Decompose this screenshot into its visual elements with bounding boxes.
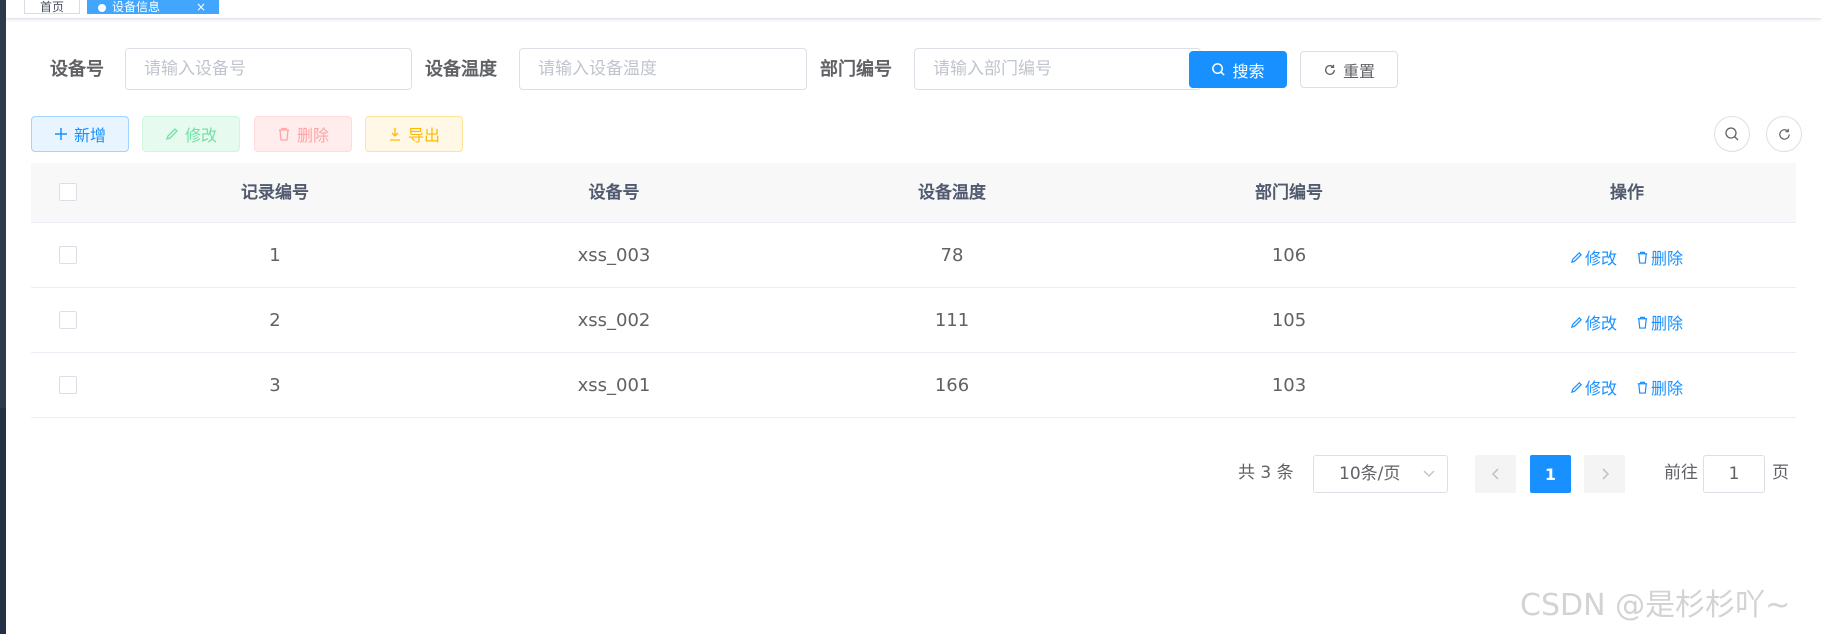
row-edit-link[interactable]: 修改 xyxy=(1570,245,1617,269)
trash-icon xyxy=(1637,251,1648,264)
pagination-total: 共 3 条 xyxy=(1238,463,1294,483)
cell-device-no: xss_002 xyxy=(577,310,651,331)
tag-device-info[interactable]: 设备信息 × xyxy=(87,0,219,14)
refresh-icon xyxy=(1778,128,1790,140)
row-edit-label: 修改 xyxy=(1585,379,1618,398)
watermark: CSDN @是杉杉吖~ xyxy=(1520,588,1791,623)
goto-page-input[interactable] xyxy=(1703,455,1765,493)
cell-record-id: 2 xyxy=(269,310,281,331)
row-checkbox[interactable] xyxy=(59,376,77,394)
goto-prefix: 前往 xyxy=(1664,463,1698,483)
edit-icon xyxy=(1570,316,1582,328)
export-button-label: 导出 xyxy=(407,126,440,145)
row-delete-label: 删除 xyxy=(1651,249,1684,268)
download-icon xyxy=(389,128,400,141)
search-button[interactable]: 搜索 xyxy=(1189,51,1287,88)
tag-label: 设备信息 xyxy=(112,0,161,14)
search-button-label: 搜索 xyxy=(1232,61,1265,81)
edit-icon xyxy=(1570,381,1582,393)
active-dot-icon xyxy=(98,3,106,12)
trash-icon xyxy=(1637,316,1648,329)
cell-dept-no: 106 xyxy=(1271,245,1307,266)
dept-no-input[interactable] xyxy=(914,48,1201,90)
tags-view xyxy=(6,0,1821,19)
cell-device-temp: 78 xyxy=(940,245,964,266)
search-icon xyxy=(1725,127,1739,141)
page-size-select[interactable]: 10条/页 xyxy=(1313,455,1448,493)
toggle-search-button[interactable] xyxy=(1714,116,1750,152)
select-all-checkbox[interactable] xyxy=(59,183,77,201)
delete-button[interactable]: 删除 xyxy=(254,116,352,152)
cell-device-temp: 166 xyxy=(934,375,970,396)
row-edit-label: 修改 xyxy=(1585,314,1618,333)
column-header-device-temp: 设备温度 xyxy=(918,183,986,203)
export-button[interactable]: 导出 xyxy=(365,116,463,152)
column-header-dept-no: 部门编号 xyxy=(1255,183,1323,203)
row-edit-label: 修改 xyxy=(1585,249,1618,268)
cell-dept-no: 103 xyxy=(1271,375,1307,396)
row-delete-label: 删除 xyxy=(1651,314,1684,333)
close-icon[interactable]: × xyxy=(196,0,206,13)
cell-record-id: 3 xyxy=(269,375,281,396)
row-delete-link[interactable]: 删除 xyxy=(1636,375,1683,399)
edit-button-label: 修改 xyxy=(184,126,217,145)
page-number-1[interactable]: 1 xyxy=(1530,455,1571,493)
refresh-table-button[interactable] xyxy=(1766,116,1802,152)
trash-icon xyxy=(278,127,289,141)
goto-suffix: 页 xyxy=(1772,463,1789,483)
edit-icon xyxy=(1570,251,1582,263)
row-delete-link[interactable]: 删除 xyxy=(1636,310,1683,334)
row-delete-label: 删除 xyxy=(1651,379,1684,398)
tag-home[interactable]: 首页 xyxy=(24,0,80,14)
row-delete-link[interactable]: 删除 xyxy=(1636,245,1683,269)
cell-device-temp: 111 xyxy=(934,310,970,331)
trash-icon xyxy=(1637,381,1648,394)
chevron-right-icon xyxy=(1601,468,1609,480)
column-header-actions: 操作 xyxy=(1610,183,1644,203)
add-button-label: 新增 xyxy=(73,126,106,145)
device-temp-input[interactable] xyxy=(519,48,807,90)
add-button[interactable]: 新增 xyxy=(31,116,129,152)
delete-button-label: 删除 xyxy=(296,126,329,145)
reset-button[interactable]: 重置 xyxy=(1300,51,1398,88)
cell-record-id: 1 xyxy=(269,245,281,266)
sidebar-edge xyxy=(0,0,6,634)
edit-button[interactable]: 修改 xyxy=(142,116,240,152)
row-edit-link[interactable]: 修改 xyxy=(1570,310,1617,334)
device-no-input[interactable] xyxy=(125,48,412,90)
row-edit-link[interactable]: 修改 xyxy=(1570,375,1617,399)
cell-dept-no: 105 xyxy=(1271,310,1307,331)
column-header-record-id: 记录编号 xyxy=(241,183,309,203)
row-checkbox[interactable] xyxy=(59,246,77,264)
search-icon xyxy=(1212,63,1226,76)
refresh-icon xyxy=(1324,64,1336,75)
cell-device-no: xss_001 xyxy=(577,375,651,396)
prev-page-button[interactable] xyxy=(1475,455,1516,493)
plus-icon xyxy=(54,128,67,140)
reset-button-label: 重置 xyxy=(1342,61,1375,81)
chevron-left-icon xyxy=(1491,468,1499,480)
device-temp-label: 设备温度 xyxy=(425,59,497,80)
row-checkbox[interactable] xyxy=(59,311,77,329)
device-no-label: 设备号 xyxy=(50,59,104,80)
edit-icon xyxy=(165,128,178,141)
column-header-device-no: 设备号 xyxy=(588,183,640,203)
cell-device-no: xss_003 xyxy=(577,245,651,266)
chevron-down-icon xyxy=(1423,456,1435,505)
dept-no-label: 部门编号 xyxy=(820,59,892,80)
next-page-button[interactable] xyxy=(1584,455,1625,493)
page-size-value: 10条/页 xyxy=(1339,464,1401,484)
